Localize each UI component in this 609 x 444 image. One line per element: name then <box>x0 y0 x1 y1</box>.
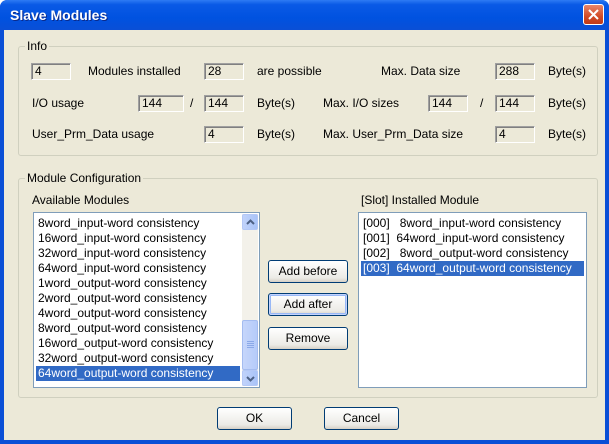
info-group-title: Info <box>25 39 50 53</box>
prm-usage-unit: Byte(s) <box>257 127 296 141</box>
title-bar[interactable]: Slave Modules <box>0 0 609 30</box>
available-modules-scrollbar[interactable] <box>242 214 258 386</box>
max-data-size-field: 288 <box>495 63 535 80</box>
module-config-group-title: Module Configuration <box>25 171 144 185</box>
slave-modules-dialog: Slave Modules Info 4 Modules installed 2… <box>0 0 609 444</box>
io-usage-unit: Byte(s) <box>257 96 296 110</box>
max-io-field-1: 144 <box>428 95 468 112</box>
max-prm-size-label: Max. User_Prm_Data size <box>323 127 464 141</box>
list-item[interactable]: 2word_output-word consistency <box>36 291 240 306</box>
max-io-field-2: 144 <box>495 95 535 112</box>
close-icon <box>588 9 599 20</box>
max-io-unit: Byte(s) <box>548 96 587 110</box>
io-usage-label: I/O usage <box>32 96 85 110</box>
max-data-size-unit: Byte(s) <box>548 64 587 78</box>
chevron-down-icon <box>246 376 255 382</box>
prm-usage-field: 4 <box>204 126 244 143</box>
modules-installed-field: 4 <box>31 63 71 80</box>
add-before-button[interactable]: Add before <box>268 260 348 283</box>
chevron-up-icon <box>246 219 255 225</box>
io-usage-separator: / <box>190 96 194 110</box>
list-item[interactable]: 1word_output-word consistency <box>36 276 240 291</box>
list-item[interactable]: 64word_output-word consistency <box>36 366 240 381</box>
remove-button[interactable]: Remove <box>268 327 348 350</box>
scroll-up-button[interactable] <box>242 214 258 230</box>
available-modules-label: Available Modules <box>32 193 130 207</box>
scroll-down-button[interactable] <box>242 370 258 386</box>
list-item[interactable]: [002] 8word_output-word consistency <box>361 246 584 261</box>
window-title: Slave Modules <box>10 7 108 23</box>
list-item[interactable]: [001] 64word_input-word consistency <box>361 231 584 246</box>
list-item[interactable]: 8word_output-word consistency <box>36 321 240 336</box>
dialog-client: Info 4 Modules installed 28 are possible… <box>4 30 605 440</box>
io-usage-field-2: 144 <box>204 95 244 112</box>
list-item[interactable]: 64word_input-word consistency <box>36 261 240 276</box>
list-item[interactable]: 16word_input-word consistency <box>36 231 240 246</box>
modules-possible-label: are possible <box>257 64 322 78</box>
installed-module-label: [Slot] Installed Module <box>361 193 480 207</box>
max-io-separator: / <box>480 96 484 110</box>
list-item[interactable]: 8word_input-word consistency <box>36 216 240 231</box>
list-item[interactable]: 16word_output-word consistency <box>36 336 240 351</box>
max-io-sizes-label: Max. I/O sizes <box>323 96 400 110</box>
modules-installed-label: Modules installed <box>88 64 181 78</box>
available-modules-items: 8word_input-word consistency 16word_input… <box>36 216 240 381</box>
prm-usage-label: User_Prm_Data usage <box>32 127 155 141</box>
add-after-button[interactable]: Add after <box>268 293 348 316</box>
list-item[interactable]: 32word_input-word consistency <box>36 246 240 261</box>
list-item[interactable]: 32word_output-word consistency <box>36 351 240 366</box>
max-prm-size-unit: Byte(s) <box>548 127 587 141</box>
installed-modules-list[interactable]: [000] 8word_input-word consistency [001] … <box>358 212 587 388</box>
available-modules-list[interactable]: 8word_input-word consistency 16word_input… <box>33 212 260 388</box>
ok-button[interactable]: OK <box>217 407 292 430</box>
installed-modules-items: [000] 8word_input-word consistency [001] … <box>361 216 584 276</box>
scroll-thumb[interactable] <box>242 320 258 370</box>
cancel-button[interactable]: Cancel <box>324 407 399 430</box>
close-button[interactable] <box>583 4 604 25</box>
list-item[interactable]: [003] 64word_output-word consistency <box>361 261 584 276</box>
max-data-size-label: Max. Data size <box>381 64 461 78</box>
list-item[interactable]: [000] 8word_input-word consistency <box>361 216 584 231</box>
modules-possible-field: 28 <box>204 63 244 80</box>
list-item[interactable]: 4word_output-word consistency <box>36 306 240 321</box>
max-prm-size-field: 4 <box>495 126 535 143</box>
io-usage-field-1: 144 <box>138 95 184 112</box>
